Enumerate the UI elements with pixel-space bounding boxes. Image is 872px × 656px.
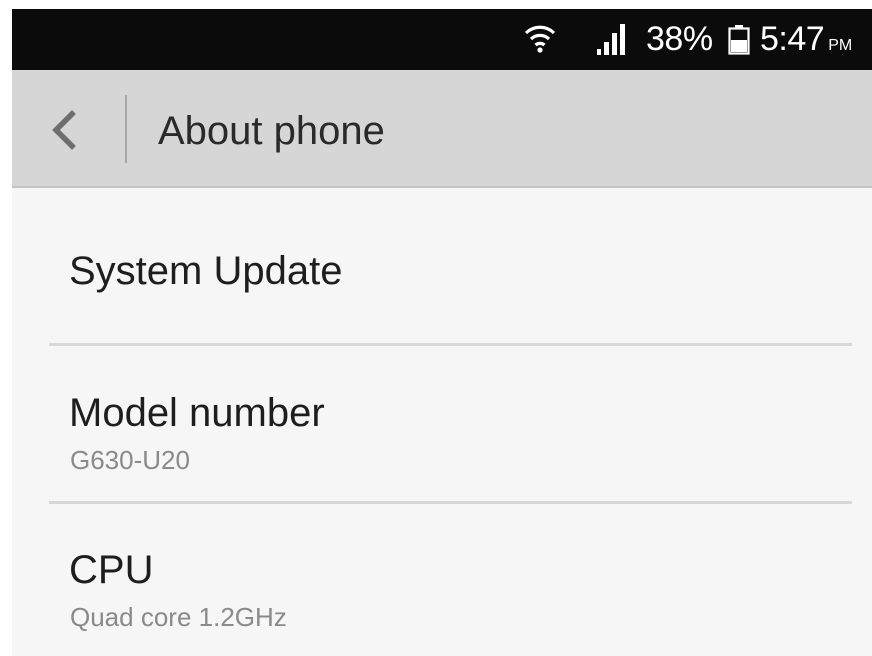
- screenshot-frame: 38% 5:47 PM About phone System Update Mo…: [0, 0, 872, 656]
- status-bar: 38% 5:47 PM: [12, 9, 872, 70]
- signal-icon: [595, 22, 635, 56]
- item-subtitle: G630-U20: [70, 445, 190, 475]
- action-bar: About phone: [12, 70, 872, 188]
- clock-time: 5:47: [760, 20, 825, 58]
- item-title: CPU: [69, 548, 154, 592]
- page-title: About phone: [158, 109, 385, 153]
- list-item-system-update[interactable]: System Update: [12, 188, 872, 344]
- back-button[interactable]: [36, 100, 96, 160]
- item-subtitle: Quad core 1.2GHz: [70, 602, 287, 632]
- clock-ampm: PM: [828, 37, 853, 54]
- wifi-icon: [523, 22, 557, 54]
- chevron-left-icon: [52, 110, 76, 150]
- battery-percent: 38%: [646, 20, 713, 58]
- phone-screen: 38% 5:47 PM About phone System Update Mo…: [12, 9, 872, 656]
- list-item-model-number[interactable]: Model number G630-U20: [12, 346, 872, 500]
- battery-icon: [728, 25, 750, 55]
- list-item-cpu[interactable]: CPU Quad core 1.2GHz: [12, 504, 872, 656]
- item-title: Model number: [69, 391, 325, 435]
- status-clock: 5:47 PM: [760, 19, 852, 66]
- action-bar-divider: [125, 95, 127, 163]
- item-title: System Update: [69, 249, 343, 293]
